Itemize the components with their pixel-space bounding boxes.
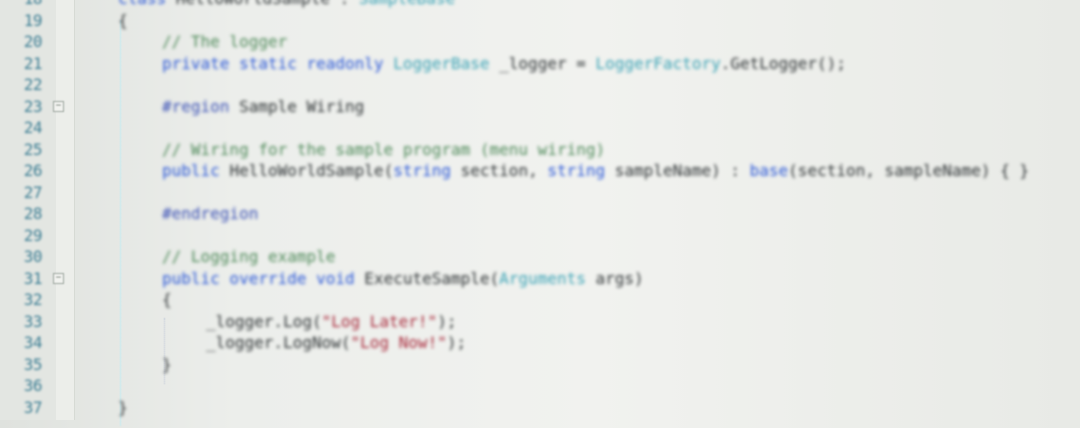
code-text: { (118, 10, 128, 32)
code-token: : (340, 0, 359, 8)
line-number: 26 (23, 161, 43, 180)
code-token: args) (595, 268, 644, 288)
line-number: 19 (23, 10, 43, 30)
code-token: private static readonly (162, 53, 394, 73)
code-line[interactable]: 32 { (24, 289, 1080, 311)
line-number: 36 (23, 376, 43, 395)
code-text: public HelloWorldSample(string section, … (162, 160, 1029, 182)
code-token: ExecuteSample( (364, 268, 500, 288)
line-number: 34 (23, 333, 43, 352)
code-token: string (547, 161, 615, 180)
code-line[interactable]: 34 _logger.LogNow("Log Now!"); (24, 332, 1080, 354)
code-line[interactable]: 18class HelloWorldSample : SampleBase (24, 0, 1080, 10)
code-text: } (118, 397, 128, 419)
code-text: public override void ExecuteSample(Argum… (162, 268, 644, 290)
code-line[interactable]: 20 // The logger (24, 31, 1080, 53)
code-token: ); (446, 333, 467, 352)
code-token: public override void (162, 268, 365, 288)
line-number: 21 (23, 53, 43, 73)
code-line[interactable]: 37} (24, 397, 1080, 419)
code-token: // Logging example (162, 247, 336, 266)
code-token: .GetLogger(); (720, 53, 846, 73)
code-area[interactable]: 18class HelloWorldSample : SampleBase19 {… (24, 0, 1080, 428)
code-token: // The logger (162, 32, 288, 51)
code-line[interactable]: 23− #region Sample Wiring (24, 96, 1080, 118)
line-number: 35 (23, 354, 43, 374)
code-line[interactable]: 30 // Logging example (24, 246, 1080, 268)
code-token: string (393, 161, 461, 180)
code-editor[interactable]: 18class HelloWorldSample : SampleBase19{… (0, 0, 1080, 426)
code-text: // The logger (162, 31, 287, 53)
line-number: 18 (0, 0, 43, 10)
code-line[interactable]: 26 public HelloWorldSample(string section… (24, 160, 1080, 182)
code-token: base (749, 161, 789, 180)
fold-margin[interactable] (56, 0, 75, 420)
code-line[interactable]: 28 #endregion (24, 203, 1080, 225)
code-token: (section, sampleName) { } (788, 161, 1029, 180)
code-token: Arguments (499, 268, 596, 288)
code-token: Sample Wiring (239, 96, 365, 116)
code-token: HelloWorldSample( (229, 161, 394, 180)
code-line[interactable]: 33 _logger.Log("Log Later!"); (24, 311, 1080, 333)
code-token: LoggerBase (393, 53, 500, 73)
line-number: 23 (23, 96, 43, 116)
code-token: _logger.LogNow( (206, 333, 351, 352)
collapse-toggle-icon[interactable]: − (53, 272, 64, 284)
code-token: "Log Later!" (321, 311, 438, 331)
code-line[interactable]: 29 (24, 225, 1080, 247)
code-line[interactable]: 24 (24, 117, 1080, 139)
code-text: } (162, 354, 172, 376)
code-text: { (162, 289, 172, 311)
code-line[interactable]: 36 (24, 375, 1080, 397)
code-token: "Log Now!" (350, 333, 447, 352)
code-line[interactable]: 35} (24, 354, 1080, 376)
line-number: 37 (23, 397, 43, 417)
line-number: 20 (23, 32, 43, 51)
code-token: class (118, 0, 176, 8)
code-token: ); (437, 311, 457, 331)
code-text: _logger.Log("Log Later!"); (206, 311, 456, 333)
code-token: #endregion (162, 204, 259, 223)
code-token: public (162, 161, 230, 180)
line-number: 33 (23, 311, 43, 331)
code-token: HelloWorldSample (176, 0, 340, 8)
code-token: _logger.Log( (206, 311, 322, 331)
line-number: 25 (23, 139, 43, 159)
code-line[interactable]: 25 // Wiring for the sample program (menu… (24, 139, 1080, 161)
code-text: private static readonly LoggerBase _logg… (162, 53, 846, 75)
code-token: section, (460, 161, 548, 180)
code-line[interactable]: 27 (24, 182, 1080, 204)
code-text: #endregion (162, 203, 258, 225)
line-number: 28 (23, 204, 43, 223)
code-line[interactable]: 21 private static readonly LoggerBase _lo… (24, 53, 1080, 75)
code-token: // Wiring for the sample program (menu w… (162, 139, 606, 159)
code-line[interactable]: 31− public override void ExecuteSample(Ar… (24, 268, 1080, 290)
code-token: { (118, 10, 128, 30)
code-line[interactable]: 22 (24, 74, 1080, 96)
code-token: { (162, 290, 172, 309)
code-text: // Wiring for the sample program (menu w… (162, 139, 605, 161)
code-token: _logger = (499, 53, 596, 73)
code-token: SampleBase (359, 0, 455, 8)
code-token: LoggerFactory (595, 53, 721, 73)
line-number: 29 (23, 225, 43, 245)
line-number: 30 (23, 247, 43, 266)
code-text: class HelloWorldSample : SampleBase (118, 0, 455, 10)
collapse-toggle-icon[interactable]: − (53, 100, 64, 112)
line-number: 22 (23, 75, 43, 94)
code-token: sampleName) : (614, 161, 750, 180)
line-number: 24 (23, 118, 43, 137)
code-text: // Logging example (162, 246, 335, 268)
line-number: 27 (23, 182, 43, 202)
line-number: 31 (23, 268, 43, 288)
code-token: } (118, 397, 128, 417)
code-token: } (162, 354, 172, 374)
line-number: 32 (23, 290, 43, 309)
code-line[interactable]: 19 { (24, 10, 1080, 32)
code-text: _logger.LogNow("Log Now!"); (206, 332, 466, 354)
code-token: #region (162, 96, 240, 116)
code-text: #region Sample Wiring (162, 96, 364, 118)
